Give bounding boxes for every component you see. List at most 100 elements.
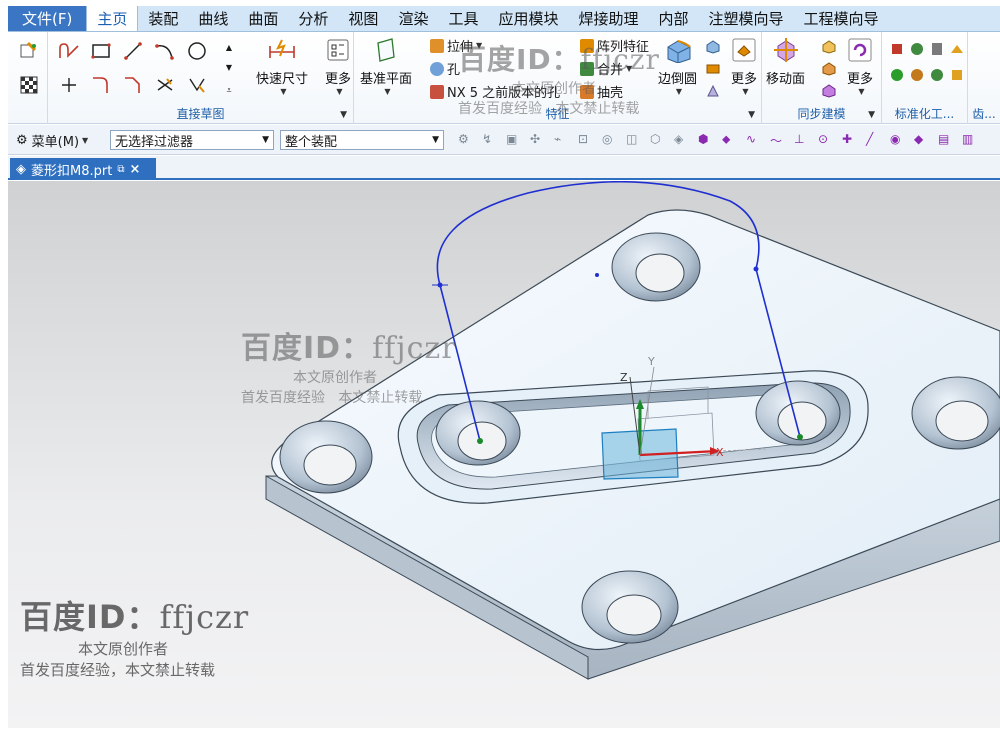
arc-icon[interactable] bbox=[154, 40, 176, 62]
tab-home[interactable]: 主页 bbox=[86, 6, 139, 31]
snap-shaded-icon[interactable]: ◆ bbox=[914, 132, 929, 147]
snap-cross-icon[interactable]: ✚ bbox=[842, 132, 857, 147]
std-part-icon-2[interactable] bbox=[906, 38, 928, 60]
group-expand-icon[interactable]: ▼ bbox=[748, 110, 755, 120]
snap-on-curve-icon[interactable]: ◈ bbox=[674, 132, 689, 147]
quick-dimension-button[interactable]: 快速尺寸 ▼ bbox=[256, 36, 308, 96]
std-part-icon-3[interactable] bbox=[926, 38, 948, 60]
snap-enable-icon[interactable]: ↯ bbox=[482, 132, 497, 147]
type-filter-dropdown[interactable]: 无选择过滤器 ▼ bbox=[110, 130, 274, 150]
std-part-icon-7[interactable] bbox=[926, 64, 948, 86]
edge-blend-button[interactable]: 边倒圆 ▼ bbox=[658, 36, 697, 96]
tab-assembly[interactable]: 装配 bbox=[138, 6, 188, 31]
snap-settings-icon[interactable]: ⚙ bbox=[458, 132, 473, 147]
axis-label-y: Y bbox=[647, 355, 655, 368]
snap-quadrant-icon[interactable]: ◫ bbox=[626, 132, 641, 147]
rectangle-icon[interactable] bbox=[90, 40, 112, 62]
chevron-down-icon: ▼ bbox=[384, 87, 391, 96]
snap-circle-icon[interactable]: ⊙ bbox=[818, 132, 833, 147]
snap-mid-icon[interactable]: ✣ bbox=[530, 132, 545, 147]
snap-tangent-icon[interactable]: 〜 bbox=[770, 132, 785, 148]
expand-gallery-icon[interactable]: ⩡ bbox=[218, 80, 240, 102]
type-filter-value: 无选择过滤器 bbox=[115, 134, 194, 150]
chevron-down-icon: ▼ bbox=[432, 135, 439, 145]
file-menu[interactable]: 文件(F) bbox=[8, 6, 87, 31]
document-tab-bar: ◈ 菱形扣M8.prt ⧉ × bbox=[8, 156, 1000, 180]
draft-icon[interactable] bbox=[702, 80, 724, 102]
snap-center-icon[interactable]: ◎ bbox=[602, 132, 617, 147]
unite-label: 合并 bbox=[597, 63, 624, 78]
std-part-icon-8[interactable] bbox=[946, 64, 968, 86]
group-expand-icon[interactable]: ▼ bbox=[868, 110, 875, 120]
profile-icon[interactable] bbox=[58, 40, 80, 62]
tab-weld-assistant[interactable]: 焊接助理 bbox=[568, 6, 648, 31]
model-view[interactable]: Z Y X bbox=[8, 181, 1000, 728]
sketch-more-button[interactable]: 更多 ▼ bbox=[324, 36, 352, 96]
tab-render[interactable]: 渲染 bbox=[388, 6, 438, 31]
snap-existing-icon[interactable]: ⬡ bbox=[650, 132, 665, 147]
document-tab[interactable]: ◈ 菱形扣M8.prt ⧉ × bbox=[10, 158, 156, 180]
point-icon[interactable] bbox=[58, 74, 80, 96]
snap-on-surface-icon[interactable]: ⬢ bbox=[698, 132, 713, 147]
std-part-icon-4[interactable] bbox=[946, 38, 968, 60]
selection-bar: ⚙ 菜单(M) ▼ 无选择过滤器 ▼ 整个装配 ▼ ⚙ ↯ ▣ ✣ ⌁ ⊡ ◎ ◫ ⬡ ◈ ⬢ ⬥ ∿ 〜… bbox=[8, 125, 1000, 155]
menu-button[interactable]: ⚙ 菜单(M) ▼ bbox=[16, 131, 88, 150]
std-part-icon-1[interactable] bbox=[886, 38, 908, 60]
tab-surface[interactable]: 曲面 bbox=[238, 6, 288, 31]
snap-end-icon[interactable]: ▣ bbox=[506, 132, 521, 147]
delete-face-icon[interactable] bbox=[818, 80, 840, 102]
std-part-icon-6[interactable] bbox=[906, 64, 928, 86]
close-icon[interactable]: × bbox=[129, 162, 140, 177]
group-expand-icon[interactable]: ▼ bbox=[340, 110, 347, 120]
tab-analysis[interactable]: 分析 bbox=[288, 6, 338, 31]
offset-region-icon[interactable] bbox=[818, 58, 840, 80]
snap-layer-icon[interactable]: ▤ bbox=[938, 132, 953, 147]
chamfer-feature-icon[interactable] bbox=[702, 36, 724, 58]
tab-application[interactable]: 应用模块 bbox=[488, 6, 568, 31]
snap-point-on-line-icon[interactable]: ⊥ bbox=[794, 132, 809, 147]
selection-scope-value: 整个装配 bbox=[285, 134, 338, 150]
chevron-down-icon: ▼ bbox=[858, 87, 865, 96]
finish-sketch-icon[interactable] bbox=[18, 74, 40, 96]
move-face-button[interactable]: 移动面 bbox=[766, 36, 805, 87]
tab-view[interactable]: 视图 bbox=[338, 6, 388, 31]
circle-icon[interactable] bbox=[186, 40, 208, 62]
float-tab-icon[interactable]: ⧉ bbox=[117, 164, 124, 175]
extrude-button[interactable]: 拉伸 ▼ bbox=[430, 36, 482, 55]
snap-arc-center-icon[interactable]: ∿ bbox=[746, 132, 761, 147]
scroll-down-icon[interactable]: ▼ bbox=[218, 56, 240, 78]
datum-plane-button[interactable]: 基准平面 ▼ bbox=[360, 36, 412, 96]
snap-intersect-icon[interactable]: ⊡ bbox=[578, 132, 593, 147]
snap-clear-icon[interactable]: ▥ bbox=[962, 132, 977, 147]
nx5-hole-button[interactable]: NX 5 之前版本的孔 bbox=[430, 82, 560, 101]
unite-button[interactable]: 合并 ▼ bbox=[580, 59, 632, 78]
sketch-new-icon[interactable] bbox=[18, 40, 40, 62]
feature-more-button[interactable]: 更多 ▼ bbox=[730, 36, 758, 96]
tab-tools[interactable]: 工具 bbox=[438, 6, 488, 31]
snap-camera-icon[interactable]: ◉ bbox=[890, 132, 905, 147]
snap-line-icon[interactable]: ╱ bbox=[866, 132, 881, 147]
graphics-window[interactable]: Z Y X 百度ID：ffjczr 本文原创作者 首发百度经验 本文禁止转载 bbox=[8, 181, 1000, 728]
tab-mold-wizard[interactable]: 注塑模向导 bbox=[699, 6, 794, 31]
chamfer-icon[interactable] bbox=[122, 74, 144, 96]
tab-progressive-die[interactable]: 工程模向导 bbox=[794, 6, 889, 31]
snap-control-icon[interactable]: ⌁ bbox=[554, 132, 569, 147]
fillet-icon[interactable] bbox=[90, 74, 112, 96]
shell-button[interactable]: 抽壳 bbox=[580, 82, 623, 101]
trim-body-icon[interactable] bbox=[702, 58, 724, 80]
std-part-icon-5[interactable] bbox=[886, 64, 908, 86]
feature-more-label: 更多 bbox=[730, 72, 757, 87]
quick-trim-icon[interactable] bbox=[154, 74, 176, 96]
tab-curve[interactable]: 曲线 bbox=[188, 6, 238, 31]
selection-scope-dropdown[interactable]: 整个装配 ▼ bbox=[280, 130, 444, 150]
scroll-up-icon[interactable]: ▲ bbox=[218, 36, 240, 58]
hole-button[interactable]: 孔 bbox=[430, 59, 460, 78]
chevron-down-icon: ▼ bbox=[336, 87, 343, 96]
pattern-feature-button[interactable]: 阵列特征 bbox=[580, 36, 649, 55]
line-icon[interactable] bbox=[122, 40, 144, 62]
tab-internal[interactable]: 内部 bbox=[649, 6, 699, 31]
snap-bounded-icon[interactable]: ⬥ bbox=[722, 132, 737, 147]
quick-extend-icon[interactable] bbox=[186, 74, 208, 96]
replace-face-icon[interactable] bbox=[818, 36, 840, 58]
sync-more-button[interactable]: 更多 ▼ bbox=[846, 36, 874, 96]
